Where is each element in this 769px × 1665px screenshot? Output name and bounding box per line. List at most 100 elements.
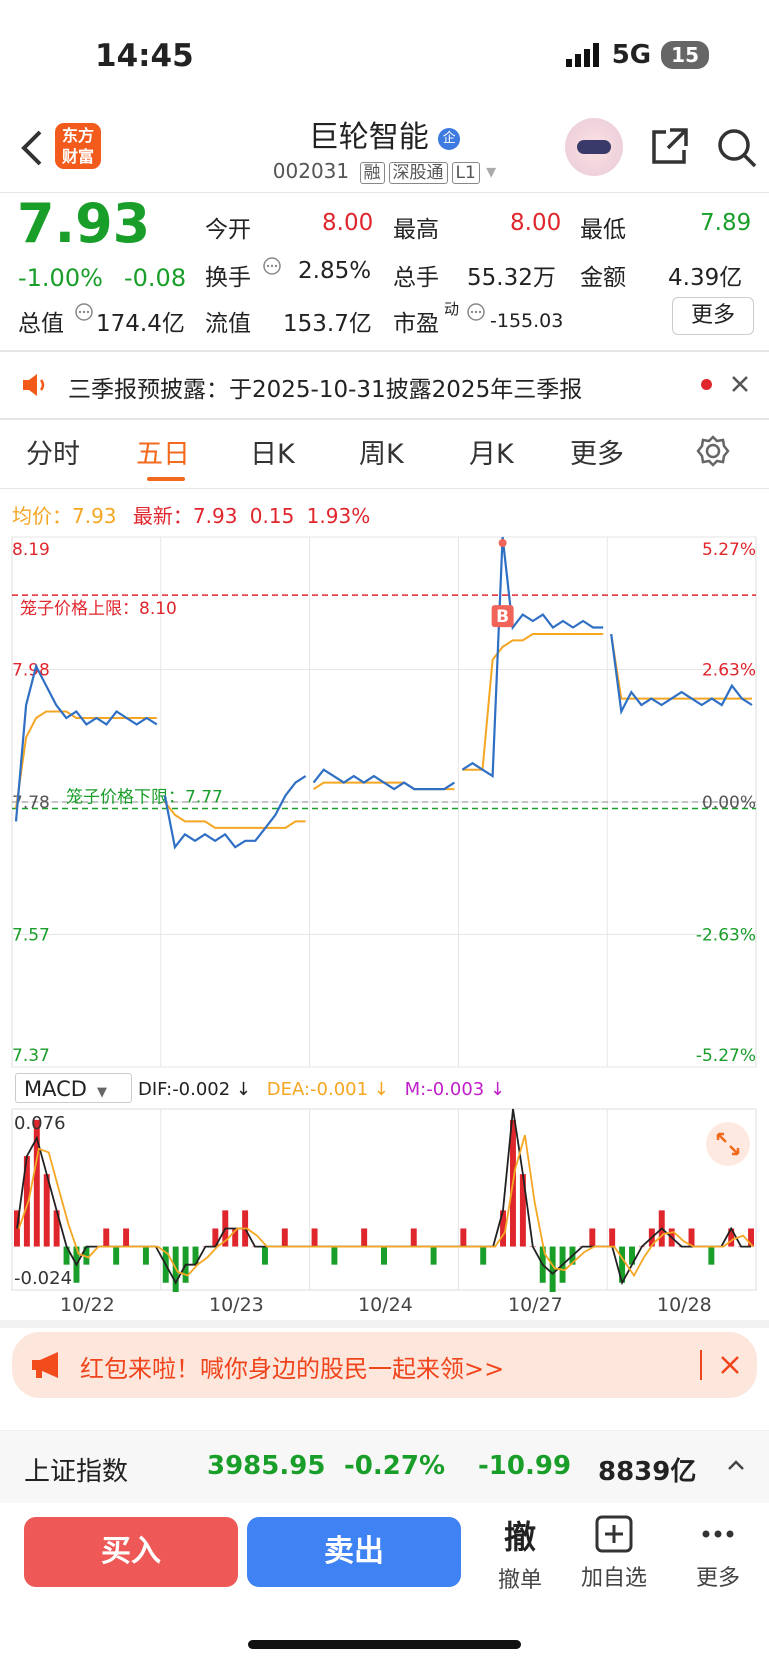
latest-label: 最新：	[132, 504, 193, 528]
pe-value: -155.03	[490, 310, 564, 332]
turnover-info-icon[interactable]	[262, 256, 282, 276]
cancel-glyph: 撤	[503, 1518, 536, 1556]
avg-label: 均价：	[12, 504, 72, 528]
chevron-up-icon[interactable]	[726, 1457, 746, 1473]
index-change: -10.99	[478, 1451, 572, 1481]
network-label: 5G	[611, 40, 652, 70]
current-price: 7.93	[17, 192, 151, 255]
promo-banner[interactable]: 红包来啦！喊你身边的股民一起来领>>	[12, 1332, 757, 1398]
buy-button[interactable]: 买入	[24, 1517, 238, 1587]
pe-info-icon[interactable]	[466, 302, 486, 322]
y-tick-left: 8.19	[12, 540, 50, 560]
battery-icon: 15	[661, 41, 709, 69]
more-button[interactable]: 更多	[672, 297, 754, 335]
lower-limit-label: 笼子价格下限：7.77	[66, 787, 223, 807]
signal-icon	[565, 43, 599, 67]
stock-code: 002031	[272, 159, 350, 183]
macd-bar	[589, 1228, 596, 1247]
index-bar[interactable]: 上证指数 3985.95 -0.27% -10.99 8839亿	[0, 1430, 769, 1503]
macd-label: MACD	[24, 1077, 87, 1101]
share-icon[interactable]	[648, 126, 690, 168]
amount-value: 4.39亿	[668, 265, 743, 291]
macd-bar	[261, 1246, 268, 1265]
search-icon[interactable]	[715, 126, 759, 170]
high-value: 8.00	[510, 210, 562, 236]
expand-button[interactable]	[706, 1122, 750, 1166]
dropdown-icon: ▾	[486, 159, 497, 183]
tab-five-day[interactable]: 五日	[136, 432, 190, 471]
promo-separator	[700, 1350, 702, 1380]
peak-marker	[498, 539, 507, 547]
add-square-icon	[595, 1515, 633, 1553]
macd-bar	[410, 1228, 417, 1247]
macd-bar	[281, 1228, 288, 1247]
add-label: 加自选	[580, 1566, 647, 1591]
macd-bar	[460, 1228, 467, 1247]
mcap-label: 总值	[18, 311, 64, 337]
change-value: -0.08	[124, 264, 187, 292]
mcap-value: 174.4亿	[96, 311, 185, 337]
notice-text[interactable]: 三季报预披露：于2025-10-31披露2025年三季报	[68, 370, 582, 404]
macd-y-bottom: -0.024	[14, 1268, 72, 1289]
tab-weekly-k[interactable]: 周K	[359, 432, 404, 471]
promo-text: 红包来啦！喊你身边的股民一起来领>>	[80, 1355, 505, 1383]
more-dots-icon	[702, 1530, 734, 1538]
quote-divider	[0, 350, 769, 352]
macd-bar	[549, 1246, 556, 1292]
pe-label: 市盈	[393, 311, 439, 337]
low-value: 7.89	[700, 210, 752, 236]
notice-divider	[0, 418, 769, 420]
stock-name: 巨轮智能	[308, 120, 429, 155]
macd-bar	[361, 1228, 368, 1247]
macd-chart[interactable]: 0.076 -0.024	[0, 1107, 769, 1292]
chart-tabs: 分时 五日 日K 周K 月K 更多	[0, 432, 769, 472]
macd-bar	[113, 1246, 120, 1265]
index-value: 3985.95	[207, 1451, 326, 1481]
volume-label: 总手	[393, 265, 439, 291]
tab-monthly-k[interactable]: 月K	[469, 432, 514, 471]
y-tick-right: 5.27%	[702, 540, 756, 560]
sell-button[interactable]: 卖出	[247, 1517, 461, 1587]
y-tick-left: 7.98	[12, 661, 50, 681]
close-icon[interactable]	[731, 375, 749, 393]
x-axis-labels: 10/22 10/23 10/24 10/27 10/28	[0, 1294, 769, 1322]
turnover-value: 2.85%	[298, 258, 372, 284]
expand-icon	[716, 1132, 740, 1156]
float-label: 流值	[205, 311, 251, 337]
macd-m: M:-0.003 ↓	[404, 1079, 506, 1100]
assistant-avatar[interactable]	[565, 118, 623, 176]
macd-selector[interactable]: MACD ▼	[15, 1073, 132, 1103]
tab-daily-k[interactable]: 日K	[250, 432, 295, 471]
macd-bar	[123, 1228, 130, 1247]
volume-value: 55.32万	[467, 265, 556, 291]
macd-dropdown-icon: ▼	[96, 1085, 107, 1100]
tab-intraday[interactable]: 分时	[26, 432, 80, 471]
trade-marker-label: B	[496, 607, 509, 627]
y-tick-right: 0.00%	[702, 793, 756, 813]
y-tick-left: 7.37	[12, 1046, 50, 1066]
float-value: 153.7亿	[283, 311, 372, 337]
tab-more[interactable]: 更多	[570, 432, 624, 471]
macd-y-top: 0.076	[14, 1113, 66, 1134]
status-indicators: 5G 15	[565, 40, 709, 70]
five-day-price-chart[interactable]: 笼子价格上限：8.10笼子价格下限：7.778.197.987.787.577.…	[0, 535, 769, 1070]
more-menu-button[interactable]: 更多	[688, 1514, 748, 1592]
add-watchlist-button[interactable]: 加自选	[574, 1514, 654, 1592]
tabs-divider	[0, 488, 769, 489]
latest-percent: 1.93%	[306, 504, 371, 528]
macd-bar	[331, 1246, 338, 1265]
promo-close-icon[interactable]	[720, 1355, 740, 1375]
high-label: 最高	[393, 217, 439, 243]
chart-info: 均价：7.93 最新：7.93 0.15 1.93%	[12, 500, 370, 529]
macd-bar	[142, 1246, 149, 1265]
latest-value: 7.93	[192, 504, 238, 528]
macd-bar	[103, 1228, 110, 1247]
cancel-order-button[interactable]: 撤 撤单	[490, 1512, 550, 1594]
section-gap	[0, 1320, 769, 1328]
low-label: 最低	[580, 217, 626, 243]
home-indicator	[248, 1640, 521, 1649]
info-icon[interactable]	[74, 302, 94, 322]
settings-gear-icon[interactable]	[696, 434, 730, 468]
notice-dot	[701, 379, 712, 390]
index-percent: -0.27%	[344, 1451, 445, 1481]
